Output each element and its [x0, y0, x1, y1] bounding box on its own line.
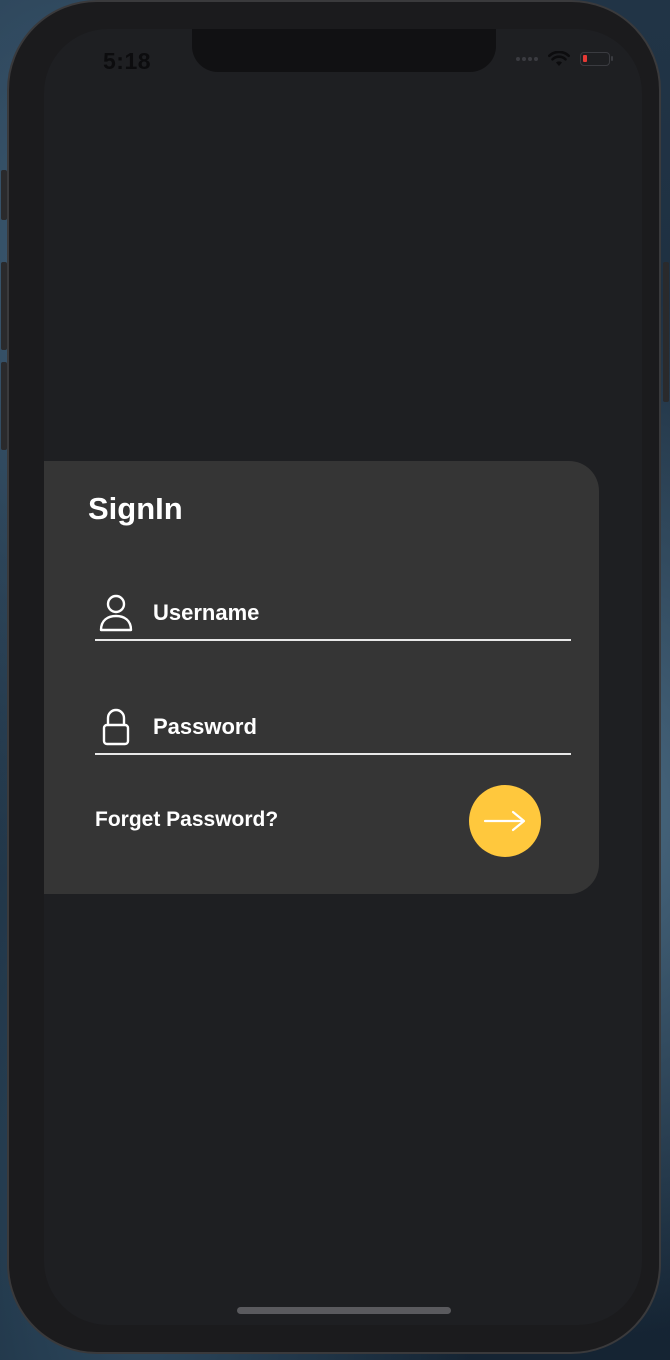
wifi-icon	[548, 51, 570, 66]
power-button	[663, 262, 669, 402]
submit-button[interactable]	[469, 785, 541, 857]
arrow-right-icon	[483, 810, 526, 832]
person-icon	[98, 593, 134, 633]
password-input[interactable]	[153, 714, 533, 740]
notch	[192, 29, 496, 72]
battery-icon	[580, 52, 613, 66]
status-time: 5:18	[103, 48, 152, 74]
lock-icon	[98, 707, 134, 747]
status-icons	[516, 51, 613, 67]
username-input[interactable]	[153, 600, 533, 626]
home-indicator[interactable]	[237, 1307, 451, 1314]
battery-level	[583, 55, 587, 62]
signin-card: SignIn Forget	[44, 461, 599, 894]
forget-password-link[interactable]: Forget Password?	[95, 808, 278, 832]
signin-title: SignIn	[88, 491, 183, 526]
password-field[interactable]	[95, 701, 571, 755]
phone-frame: 5:18 SignIn Username Forget Password?	[7, 0, 661, 1354]
username-field[interactable]	[95, 587, 571, 641]
cellular-signal-icon	[516, 57, 538, 61]
phone-screen: 5:18 SignIn Username Forget Password?	[44, 29, 642, 1325]
